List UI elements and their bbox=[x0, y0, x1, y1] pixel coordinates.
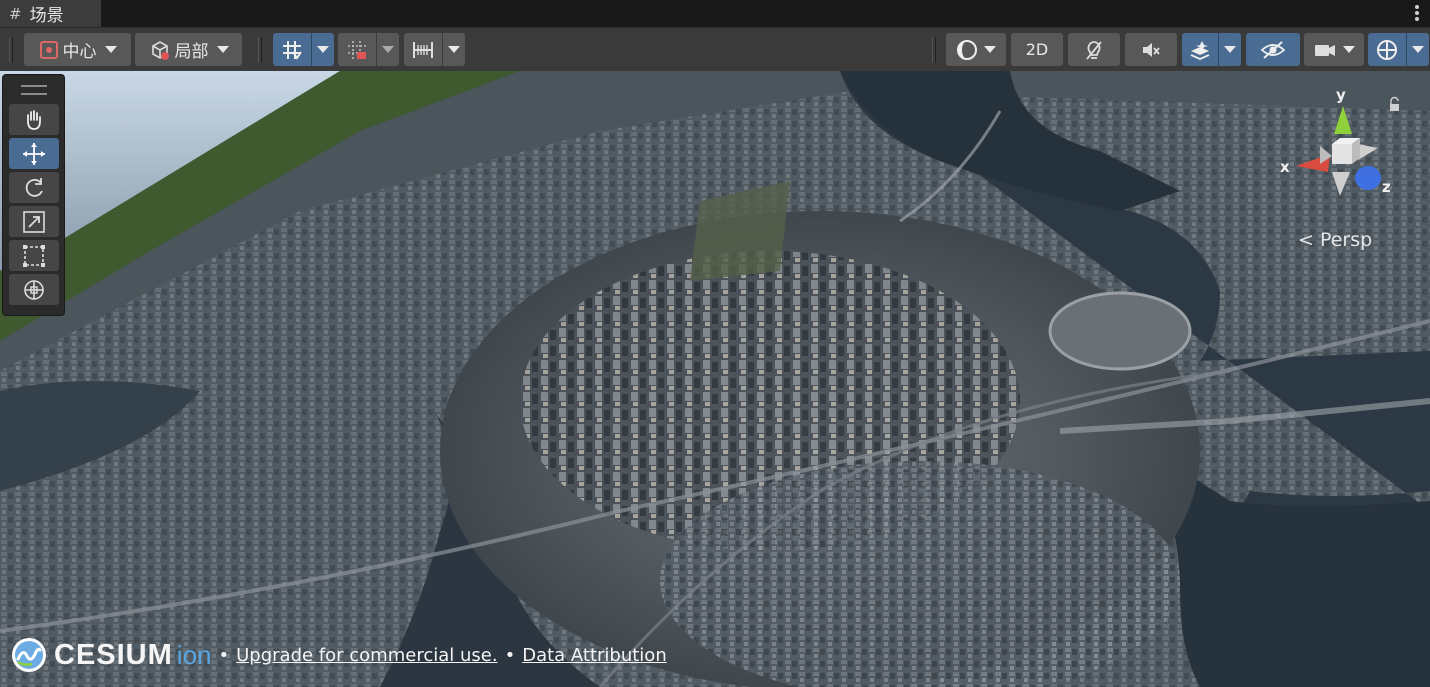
rotate-tool[interactable] bbox=[9, 172, 59, 203]
grid-icon: # bbox=[9, 4, 22, 23]
lock-icon bbox=[1390, 104, 1399, 111]
layers-icon bbox=[1190, 40, 1210, 60]
chevron-down-icon bbox=[104, 46, 117, 53]
chevron-down-icon bbox=[216, 46, 229, 53]
scene-visibility-toggle[interactable] bbox=[1246, 33, 1300, 66]
transform-icon bbox=[24, 279, 44, 300]
camera-settings-dropdown[interactable] bbox=[1304, 33, 1364, 66]
speaker-mute-icon bbox=[1143, 42, 1160, 57]
axis-z-label: z bbox=[1382, 178, 1391, 196]
lightbulb-off-icon bbox=[1086, 40, 1102, 60]
view-hand-tool[interactable] bbox=[9, 104, 59, 135]
chevron-down-icon bbox=[448, 46, 460, 53]
scene-viewport[interactable] bbox=[0, 71, 1430, 687]
cesium-logo-icon bbox=[12, 638, 46, 672]
lighting-toggle[interactable] bbox=[1068, 33, 1120, 66]
city-3d-view bbox=[0, 71, 1430, 687]
axis-x-label: x bbox=[1280, 158, 1290, 176]
axis-y-label: y bbox=[1336, 86, 1346, 104]
scale-tool[interactable] bbox=[9, 206, 59, 237]
rect-tool[interactable] bbox=[9, 240, 59, 271]
cesium-brand: CESIUM bbox=[54, 638, 173, 671]
increment-snap-icon bbox=[348, 40, 366, 59]
rect-icon bbox=[23, 244, 45, 267]
separator: • bbox=[218, 644, 230, 666]
upgrade-link[interactable]: Upgrade for commercial use. bbox=[236, 645, 497, 666]
tab-scene-label: 场景 bbox=[29, 6, 64, 26]
grid-snap-dropdown[interactable] bbox=[311, 33, 334, 66]
toolbar-grip[interactable] bbox=[258, 37, 262, 63]
ruler-snap-dropdown[interactable] bbox=[442, 33, 465, 66]
pivot-mode-label: 中心 bbox=[62, 42, 97, 62]
attribution-bar: CESIUM ion • Upgrade for commercial use.… bbox=[10, 636, 667, 674]
eye-hidden-icon bbox=[1260, 40, 1286, 59]
transform-tool[interactable] bbox=[9, 274, 59, 305]
projection-toggle[interactable]: < Persp bbox=[1298, 229, 1372, 251]
rotate-icon bbox=[25, 177, 43, 197]
move-arrows-icon bbox=[23, 142, 45, 165]
axis-y-handle bbox=[1334, 106, 1352, 134]
separator: • bbox=[504, 644, 516, 666]
tool-palette bbox=[2, 74, 65, 316]
pivot-mode-dropdown[interactable]: 中心 bbox=[24, 33, 131, 66]
gizmos-dropdown[interactable] bbox=[1406, 33, 1429, 66]
space-mode-label: 局部 bbox=[174, 42, 209, 62]
pivot-center-icon bbox=[39, 40, 58, 59]
gizmo-icon bbox=[1377, 39, 1397, 60]
effects-dropdown[interactable] bbox=[1218, 33, 1241, 66]
pivot-rotation-dropdown[interactable]: 局部 bbox=[135, 33, 242, 66]
tab-bar: # 场景 bbox=[0, 0, 1430, 27]
ion-brand: ion bbox=[176, 639, 212, 670]
chevron-down-icon bbox=[382, 46, 394, 53]
chevron-down-icon bbox=[317, 46, 329, 53]
grid-snap-toggle[interactable] bbox=[273, 33, 311, 66]
move-tool[interactable] bbox=[9, 138, 59, 169]
shading-mode-dropdown[interactable] bbox=[946, 33, 1006, 66]
grid-snap-icon bbox=[283, 40, 302, 60]
chevron-down-icon bbox=[1224, 46, 1236, 53]
camera-icon bbox=[1315, 44, 1335, 56]
increment-snap-dropdown[interactable] bbox=[376, 33, 399, 66]
toolbar-grip[interactable] bbox=[932, 37, 936, 63]
tab-scene[interactable]: # 场景 bbox=[0, 0, 101, 27]
chevron-down-icon bbox=[1412, 46, 1424, 53]
mode-2d-label: 2D bbox=[1025, 40, 1049, 59]
chevron-down-icon bbox=[1343, 46, 1355, 53]
audio-toggle[interactable] bbox=[1125, 33, 1177, 66]
hand-icon bbox=[27, 109, 41, 130]
chevron-down-icon bbox=[984, 46, 996, 53]
increment-snap-toggle[interactable] bbox=[338, 33, 376, 66]
axis-z-handle bbox=[1355, 166, 1381, 190]
scene-toolbar: 中心 局部 2D bbox=[0, 27, 1430, 72]
toolbar-grip[interactable] bbox=[9, 37, 13, 63]
ruler-snap-toggle[interactable] bbox=[404, 33, 442, 66]
more-menu-icon[interactable] bbox=[1414, 3, 1420, 23]
effects-toggle[interactable] bbox=[1182, 33, 1218, 66]
palette-drag-handle[interactable] bbox=[21, 85, 47, 95]
orientation-gizmo[interactable]: y x z bbox=[1280, 84, 1400, 214]
data-attribution-link[interactable]: Data Attribution bbox=[522, 645, 667, 666]
scale-icon bbox=[23, 210, 45, 233]
gizmos-toggle[interactable] bbox=[1368, 33, 1406, 66]
local-cube-icon bbox=[151, 40, 169, 60]
shading-sphere-icon bbox=[957, 39, 977, 60]
mode-2d-button[interactable]: 2D bbox=[1011, 33, 1063, 66]
ruler-icon bbox=[413, 41, 433, 58]
